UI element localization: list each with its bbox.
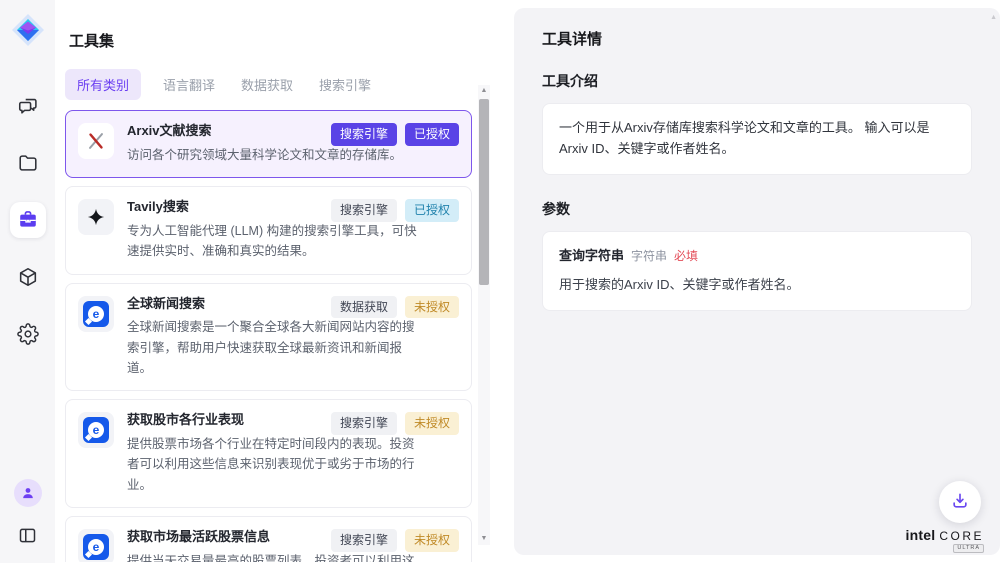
rail-item-chat-icon[interactable]: [10, 88, 46, 124]
tool-details-panel: ▲ 工具详情 工具介绍 一个用于从Arxiv存储库搜索科学论文和文章的工具。 输…: [514, 8, 1000, 555]
param-required-badge: 必填: [674, 247, 698, 266]
tool-card[interactable]: Tavily搜索 专为人工智能代理 (LLM) 构建的搜索引擎工具，可快速提供实…: [65, 186, 472, 274]
tool-description: 全球新闻搜索是一个聚合全球各大新闻网站内容的搜索引擎，帮助用户快速获取全球最新资…: [127, 317, 419, 378]
tools-panel-title: 工具集: [69, 30, 507, 51]
scroll-up-icon[interactable]: ▲: [481, 85, 488, 97]
status-badge: 未授权: [405, 412, 459, 435]
download-icon: [950, 491, 970, 514]
ultra-badge: ULTRA: [953, 544, 984, 553]
details-title: 工具详情: [542, 28, 972, 49]
scrollbar-thumb[interactable]: [479, 99, 489, 285]
rail-nav-items: [10, 88, 46, 352]
tool-card[interactable]: Arxiv文献搜索 访问各个研究领域大量科学论文和文章的存储库。 搜索引擎 已授…: [65, 110, 472, 178]
icon-rail: [0, 0, 55, 563]
status-badge: 未授权: [405, 296, 459, 319]
tool-list: Arxiv文献搜索 访问各个研究领域大量科学论文和文章的存储库。 搜索引擎 已授…: [65, 110, 472, 562]
intro-card: 一个用于从Arxiv存储库搜索科学论文和文章的工具。 输入可以是Arxiv ID…: [542, 103, 972, 175]
intro-text: 一个用于从Arxiv存储库搜索科学论文和文章的工具。 输入可以是Arxiv ID…: [559, 120, 930, 156]
tool-description: 专为人工智能代理 (LLM) 构建的搜索引擎工具，可快速提供实时、准确和真实的结…: [127, 221, 419, 262]
category-badge: 搜索引擎: [331, 199, 397, 222]
tool-description: 提供股票市场各个行业在特定时间段内的表现。投资者可以利用这些信息来识别表现优于或…: [127, 434, 419, 495]
category-badge: 搜索引擎: [331, 412, 397, 435]
status-badge: 已授权: [405, 123, 459, 146]
app-window: 工具集 所有类别语言翻译数据获取搜索引擎 Arxiv文献搜索 访问各个研究领域大…: [0, 0, 1000, 563]
tool-card[interactable]: e 全球新闻搜索 全球新闻搜索是一个聚合全球各大新闻网站内容的搜索引擎，帮助用户…: [65, 283, 472, 392]
tab-搜索引擎[interactable]: 搜索引擎: [315, 69, 375, 100]
rail-item-cube-icon[interactable]: [10, 259, 46, 295]
arxiv-logo-icon: [78, 123, 114, 159]
tool-badges: 搜索引擎 已授权: [331, 123, 459, 146]
list-scrollbar[interactable]: ▲ ▼: [478, 85, 490, 545]
status-badge: 已授权: [405, 199, 459, 222]
params-heading: 参数: [542, 199, 972, 219]
news-search-logo-icon: e: [78, 529, 114, 562]
param-header: 查询字符串 字符串 必填: [559, 246, 955, 267]
news-search-logo-icon: e: [78, 412, 114, 448]
tool-badges: 数据获取 未授权: [331, 296, 459, 319]
tool-badges: 搜索引擎 未授权: [331, 412, 459, 435]
status-badge: 未授权: [405, 529, 459, 552]
tab-所有类别[interactable]: 所有类别: [65, 69, 141, 100]
avatar: [14, 479, 42, 507]
user-avatar-icon[interactable]: [14, 479, 42, 507]
news-search-logo-icon: e: [78, 296, 114, 332]
category-badge: 搜索引擎: [331, 529, 397, 552]
param-card: 查询字符串 字符串 必填 用于搜索的Arxiv ID、关键字或作者姓名。: [542, 231, 972, 312]
tool-badges: 搜索引擎 未授权: [331, 529, 459, 552]
tab-语言翻译[interactable]: 语言翻译: [159, 69, 219, 100]
tool-badges: 搜索引擎 已授权: [331, 199, 459, 222]
rail-item-gear-icon[interactable]: [10, 316, 46, 352]
app-logo-icon: [10, 12, 46, 48]
category-tabs: 所有类别语言翻译数据获取搜索引擎: [65, 69, 507, 100]
download-button[interactable]: [939, 481, 981, 523]
param-name: 查询字符串: [559, 246, 624, 267]
rail-item-folder-icon[interactable]: [10, 145, 46, 181]
param-type: 字符串: [631, 247, 667, 266]
tool-description: 访问各个研究领域大量科学论文和文章的存储库。: [127, 145, 402, 165]
tool-card[interactable]: e 获取市场最活跃股票信息 提供当天交易量最高的股票列表，投资者可以利用这些信息…: [65, 516, 472, 562]
tab-数据获取[interactable]: 数据获取: [237, 69, 297, 100]
intro-heading: 工具介绍: [542, 71, 972, 91]
panel-scroll-up-icon: ▲: [990, 14, 997, 21]
tool-card[interactable]: e 获取股市各行业表现 提供股票市场各个行业在特定时间段内的表现。投资者可以利用…: [65, 399, 472, 508]
intel-core-ultra-logo: intel core ULTRA: [906, 527, 984, 553]
scroll-down-icon[interactable]: ▼: [481, 533, 488, 545]
param-desc: 用于搜索的Arxiv ID、关键字或作者姓名。: [559, 275, 955, 296]
category-badge: 数据获取: [331, 296, 397, 319]
core-wordmark: core: [939, 529, 984, 543]
panel-toggle-icon[interactable]: [10, 521, 46, 549]
intel-wordmark: intel: [906, 527, 936, 543]
category-badge: 搜索引擎: [331, 123, 397, 146]
rail-item-toolbox-icon[interactable]: [10, 202, 46, 238]
tool-description: 提供当天交易量最高的股票列表，投资者可以利用这些信息来识别流动性强的股票和潜在的…: [127, 551, 419, 562]
rail-bottom: [10, 479, 46, 549]
tavily-star-icon: [78, 199, 114, 235]
tools-panel: 工具集 所有类别语言翻译数据获取搜索引擎 Arxiv文献搜索 访问各个研究领域大…: [55, 8, 507, 555]
